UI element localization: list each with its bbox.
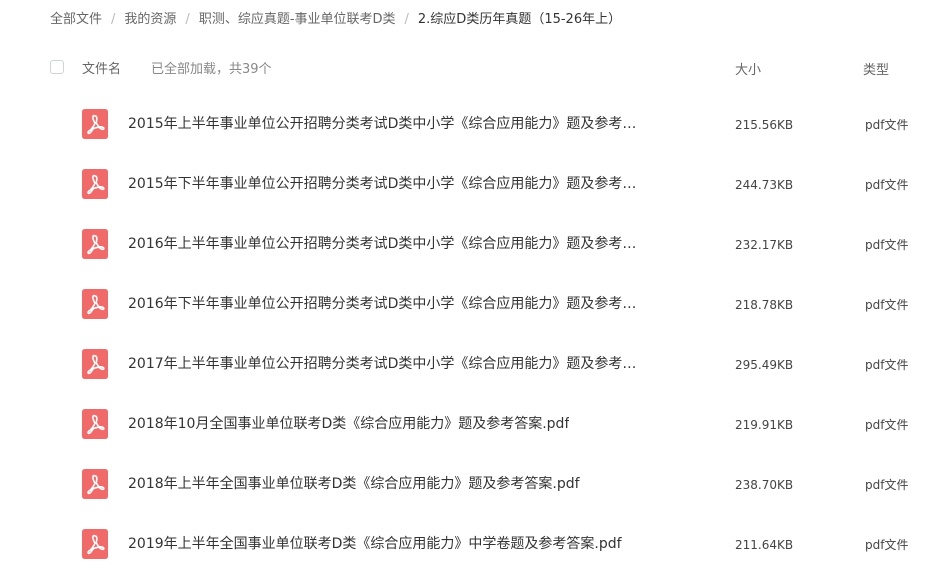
file-name[interactable]: 2016年下半年事业单位公开招聘分类考试D类中小学《综合应用能力》题及参考答案.… [128, 294, 648, 314]
file-name[interactable]: 2018年10月全国事业单位联考D类《综合应用能力》题及参考答案.pdf [128, 414, 569, 434]
file-row[interactable]: 2019年上半年全国事业单位联考D类《综合应用能力》中学卷题及参考答案.pdf … [0, 514, 934, 574]
file-type: pdf文件 [865, 118, 909, 132]
pdf-icon [82, 469, 108, 499]
load-status-text: 已全部加载，共39个 [151, 62, 272, 77]
file-size: 232.17KB [735, 238, 794, 252]
breadcrumb-separator: / [185, 12, 190, 27]
breadcrumb-separator: / [404, 12, 409, 27]
breadcrumb: 全部文件 / 我的资源 / 职测、综应真题-事业单位联考D类 / 2.综应D类历… [50, 9, 621, 31]
file-type: pdf文件 [865, 418, 909, 432]
file-name[interactable]: 2017年上半年事业单位公开招聘分类考试D类中小学《综合应用能力》题及参考答案.… [128, 354, 648, 374]
file-size: 238.70KB [735, 478, 794, 492]
pdf-icon [82, 409, 108, 439]
file-type: pdf文件 [865, 538, 909, 552]
file-name[interactable]: 2016年上半年事业单位公开招聘分类考试D类中小学《综合应用能力》题及参考答案.… [128, 234, 648, 254]
breadcrumb-all-files[interactable]: 全部文件 [50, 9, 102, 31]
file-name[interactable]: 2015年上半年事业单位公开招聘分类考试D类中小学《综合应用能力》题及参考答案.… [128, 114, 648, 134]
file-name[interactable]: 2015年下半年事业单位公开招聘分类考试D类中小学《综合应用能力》题及参考答案.… [128, 174, 648, 194]
file-list: 2015年上半年事业单位公开招聘分类考试D类中小学《综合应用能力》题及参考答案.… [0, 94, 934, 574]
pdf-icon [82, 529, 108, 559]
file-type: pdf文件 [865, 298, 909, 312]
file-row[interactable]: 2015年下半年事业单位公开招聘分类考试D类中小学《综合应用能力》题及参考答案.… [0, 154, 934, 214]
file-size: 219.91KB [735, 418, 794, 432]
pdf-icon [82, 349, 108, 379]
breadcrumb-separator: / [111, 12, 116, 27]
file-type: pdf文件 [865, 478, 909, 492]
file-row[interactable]: 2018年上半年全国事业单位联考D类《综合应用能力》题及参考答案.pdf 238… [0, 454, 934, 514]
file-type: pdf文件 [865, 178, 909, 192]
file-name[interactable]: 2018年上半年全国事业单位联考D类《综合应用能力》题及参考答案.pdf [128, 474, 580, 494]
file-type: pdf文件 [865, 358, 909, 372]
pdf-icon [82, 289, 108, 319]
file-row[interactable]: 2018年10月全国事业单位联考D类《综合应用能力》题及参考答案.pdf 219… [0, 394, 934, 454]
file-size: 295.49KB [735, 358, 794, 372]
file-size: 211.64KB [735, 538, 794, 552]
file-size: 215.56KB [735, 118, 794, 132]
file-size: 218.78KB [735, 298, 794, 312]
file-name[interactable]: 2019年上半年全国事业单位联考D类《综合应用能力》中学卷题及参考答案.pdf [128, 534, 622, 554]
file-row[interactable]: 2017年上半年事业单位公开招聘分类考试D类中小学《综合应用能力》题及参考答案.… [0, 334, 934, 394]
breadcrumb-current-folder: 2.综应D类历年真题（15-26年上） [417, 12, 622, 27]
column-header-size[interactable]: 大小 [735, 59, 761, 78]
file-list-header: 文件名 已全部加载，共39个 大小 类型 [0, 56, 934, 82]
file-row[interactable]: 2016年下半年事业单位公开招聘分类考试D类中小学《综合应用能力》题及参考答案.… [0, 274, 934, 334]
column-header-type[interactable]: 类型 [863, 59, 889, 78]
pdf-icon [82, 229, 108, 259]
column-header-name[interactable]: 文件名 [82, 58, 121, 77]
breadcrumb-folder[interactable]: 职测、综应真题-事业单位联考D类 [199, 9, 396, 31]
pdf-icon [82, 169, 108, 199]
file-row[interactable]: 2015年上半年事业单位公开招聘分类考试D类中小学《综合应用能力》题及参考答案.… [0, 94, 934, 154]
select-all-checkbox[interactable] [50, 60, 64, 74]
file-type: pdf文件 [865, 238, 909, 252]
pdf-icon [82, 109, 108, 139]
file-row[interactable]: 2016年上半年事业单位公开招聘分类考试D类中小学《综合应用能力》题及参考答案.… [0, 214, 934, 274]
breadcrumb-my-resources[interactable]: 我的资源 [124, 9, 176, 31]
file-size: 244.73KB [735, 178, 794, 192]
